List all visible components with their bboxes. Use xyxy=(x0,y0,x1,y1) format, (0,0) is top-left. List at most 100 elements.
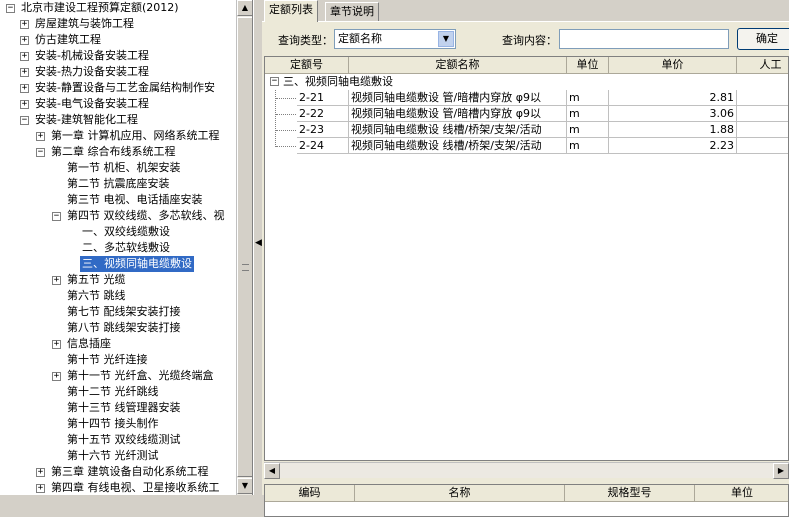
tree-node[interactable]: 第三节 电视、电话插座安装 xyxy=(0,192,236,208)
tree-node[interactable]: + 安装-热力设备安装工程 xyxy=(0,64,236,80)
tree-node[interactable]: + 房屋建筑与装饰工程 xyxy=(0,16,236,32)
tree-node[interactable]: + 第一章 计算机应用、网络系统工程 xyxy=(0,128,236,144)
tree-node-label: 第四节 双绞线缆、多芯软线、视 xyxy=(67,209,225,222)
tree-node[interactable]: 第七节 配线架安装打接 xyxy=(0,304,236,320)
tree-node-label: 第十六节 光纤测试 xyxy=(67,449,159,462)
header-material-code[interactable]: 编码 xyxy=(265,485,355,502)
plus-box-icon[interactable]: + xyxy=(36,132,45,141)
tree-scrollbar-thumb[interactable] xyxy=(237,17,252,477)
plus-box-icon[interactable]: + xyxy=(52,372,61,381)
plus-box-icon[interactable]: + xyxy=(36,468,45,477)
tree-vertical-scrollbar[interactable]: ▲ ▼ xyxy=(236,0,252,495)
tree-node-label: 第六节 跳线 xyxy=(67,289,126,302)
tree-node[interactable]: + 安装-静置设备与工艺金属结构制作安 xyxy=(0,80,236,96)
minus-box-icon[interactable]: − xyxy=(20,116,29,125)
tree-node[interactable]: + 信息插座 xyxy=(0,336,236,352)
tree-node[interactable]: − 第四节 双绞线缆、多芯软线、视 xyxy=(0,208,236,224)
scroll-up-arrow-icon[interactable]: ▲ xyxy=(237,0,252,16)
header-labor[interactable]: 人工 xyxy=(737,57,788,74)
tree-node[interactable]: 第十五节 双绞线缆测试 xyxy=(0,432,236,448)
plus-box-icon[interactable]: + xyxy=(20,20,29,29)
panel-splitter[interactable]: ◀ xyxy=(253,0,262,495)
tree-node[interactable]: + 第五节 光缆 xyxy=(0,272,236,288)
tree-node[interactable]: + 第三章 建筑设备自动化系统工程 xyxy=(0,464,236,480)
plus-box-icon[interactable]: + xyxy=(20,100,29,109)
header-material-unit[interactable]: 单位 xyxy=(695,485,788,502)
quota-grid-header: 定额号 定额名称 单位 单价 人工 xyxy=(265,57,788,74)
confirm-button[interactable]: 确定 xyxy=(737,28,789,50)
header-quota-code[interactable]: 定额号 xyxy=(265,57,349,74)
scroll-right-arrow-icon[interactable]: ▶ xyxy=(773,463,789,479)
plus-box-icon[interactable]: + xyxy=(20,68,29,77)
tree-node[interactable]: 一、双绞线缆敷设 xyxy=(0,224,236,240)
minus-box-icon[interactable]: − xyxy=(36,148,45,157)
query-content-input[interactable] xyxy=(559,29,729,49)
table-row[interactable]: 2-22 视频同轴电缆敷设 管/暗槽内穿放 φ9以 m 3.06 xyxy=(265,106,788,122)
tree-node[interactable]: 第二节 抗震底座安装 xyxy=(0,176,236,192)
table-row[interactable]: 2-23 视频同轴电缆敷设 线槽/桥架/支架/活动 m 1.88 xyxy=(265,122,788,138)
scrollbar-grip-icon xyxy=(242,264,249,271)
query-bar: 查询类型： 定额名称 ▼ 查询内容： 确定 xyxy=(262,22,789,55)
chapter-tree-panel: − 北京市建设工程预算定额(2012) + 房屋建筑与装饰工程 + 仿古建筑工程 + 安装-机… xyxy=(0,0,253,495)
tree-node-label: 第十节 光纤连接 xyxy=(67,353,148,366)
tab-quota-list[interactable]: 定额列表 xyxy=(264,0,318,22)
header-unit-price[interactable]: 单价 xyxy=(609,57,737,74)
table-row[interactable]: 2-24 视频同轴电缆敷设 线槽/桥架/支架/活动 m 2.23 xyxy=(265,138,788,154)
tree-node[interactable]: 第八节 跳线架安装打接 xyxy=(0,320,236,336)
tree-node[interactable]: 二、多芯软线敷设 xyxy=(0,240,236,256)
query-type-label: 查询类型： xyxy=(278,34,333,47)
cell-unit-price: 1.88 xyxy=(609,122,737,138)
tree-node-label: 第十一节 光纤盒、光缆终端盒 xyxy=(67,369,214,382)
header-unit[interactable]: 单位 xyxy=(567,57,609,74)
tree-node[interactable]: 第一节 机柜、机架安装 xyxy=(0,160,236,176)
tree-node-label: 第十五节 双绞线缆测试 xyxy=(67,433,181,446)
tree-node[interactable]: − 北京市建设工程预算定额(2012) xyxy=(0,0,236,16)
tree-node[interactable]: 第十二节 光纤跳线 xyxy=(0,384,236,400)
header-material-name[interactable]: 名称 xyxy=(355,485,565,502)
tree-node[interactable]: 第十四节 接头制作 xyxy=(0,416,236,432)
tree-node[interactable]: 第十三节 线管理器安装 xyxy=(0,400,236,416)
minus-box-icon[interactable]: − xyxy=(6,4,15,13)
query-type-select[interactable]: 定额名称 ▼ xyxy=(334,29,456,49)
group-label: 三、视频同轴电缆敷设 xyxy=(283,75,393,88)
tree-node[interactable]: 三、视频同轴电缆敷设 xyxy=(0,256,236,272)
tree-node[interactable]: 第十节 光纤连接 xyxy=(0,352,236,368)
tree-node[interactable]: + 仿古建筑工程 xyxy=(0,32,236,48)
plus-box-icon[interactable]: + xyxy=(20,36,29,45)
tree-node-label: 第七节 配线架安装打接 xyxy=(67,305,181,318)
minus-box-icon[interactable]: − xyxy=(270,77,279,86)
plus-box-icon[interactable]: + xyxy=(52,276,61,285)
tree-node-label: 安装-机械设备安装工程 xyxy=(35,49,149,62)
header-spec-model[interactable]: 规格型号 xyxy=(565,485,695,502)
tree-connector xyxy=(276,146,296,147)
header-quota-name[interactable]: 定额名称 xyxy=(349,57,567,74)
dropdown-arrow-icon[interactable]: ▼ xyxy=(438,31,454,47)
tree-node[interactable]: − 第二章 综合布线系统工程 xyxy=(0,144,236,160)
plus-box-icon[interactable]: + xyxy=(20,84,29,93)
tree-node[interactable]: + 安装-机械设备安装工程 xyxy=(0,48,236,64)
cell-quota-name: 视频同轴电缆敷设 线槽/桥架/支架/活动 xyxy=(349,122,567,138)
tab-chapter-notes[interactable]: 章节说明 xyxy=(325,2,379,22)
splitter-arrow-icon[interactable]: ◀ xyxy=(255,238,262,248)
scroll-left-arrow-icon[interactable]: ◀ xyxy=(264,463,280,479)
query-type-value: 定额名称 xyxy=(338,32,382,45)
cell-quota-code: 2-24 xyxy=(297,138,349,154)
tree-node[interactable]: + 第四章 有线电视、卫星接收系统工 xyxy=(0,480,236,495)
scroll-down-arrow-icon[interactable]: ▼ xyxy=(237,478,252,494)
tree-node-label: 仿古建筑工程 xyxy=(35,33,101,46)
plus-box-icon[interactable]: + xyxy=(20,52,29,61)
plus-box-icon[interactable]: + xyxy=(52,340,61,349)
tree-node-label: 第三节 电视、电话插座安装 xyxy=(67,193,203,206)
table-row[interactable]: 2-21 视频同轴电缆敷设 管/暗槽内穿放 φ9以 m 2.81 xyxy=(265,90,788,106)
tree-node[interactable]: 第六节 跳线 xyxy=(0,288,236,304)
tree-node[interactable]: − 安装-建筑智能化工程 xyxy=(0,112,236,128)
group-row[interactable]: − 三、视频同轴电缆敷设 xyxy=(265,74,788,90)
cell-unit-price: 3.06 xyxy=(609,106,737,122)
minus-box-icon[interactable]: − xyxy=(52,212,61,221)
tree-connector xyxy=(276,130,296,131)
tree-node[interactable]: + 安装-电气设备安装工程 xyxy=(0,96,236,112)
tree-node[interactable]: + 第十一节 光纤盒、光缆终端盒 xyxy=(0,368,236,384)
grid-horizontal-scrollbar[interactable]: ◀ ▶ xyxy=(264,462,789,479)
plus-box-icon[interactable]: + xyxy=(36,484,45,493)
tree-node[interactable]: 第十六节 光纤测试 xyxy=(0,448,236,464)
